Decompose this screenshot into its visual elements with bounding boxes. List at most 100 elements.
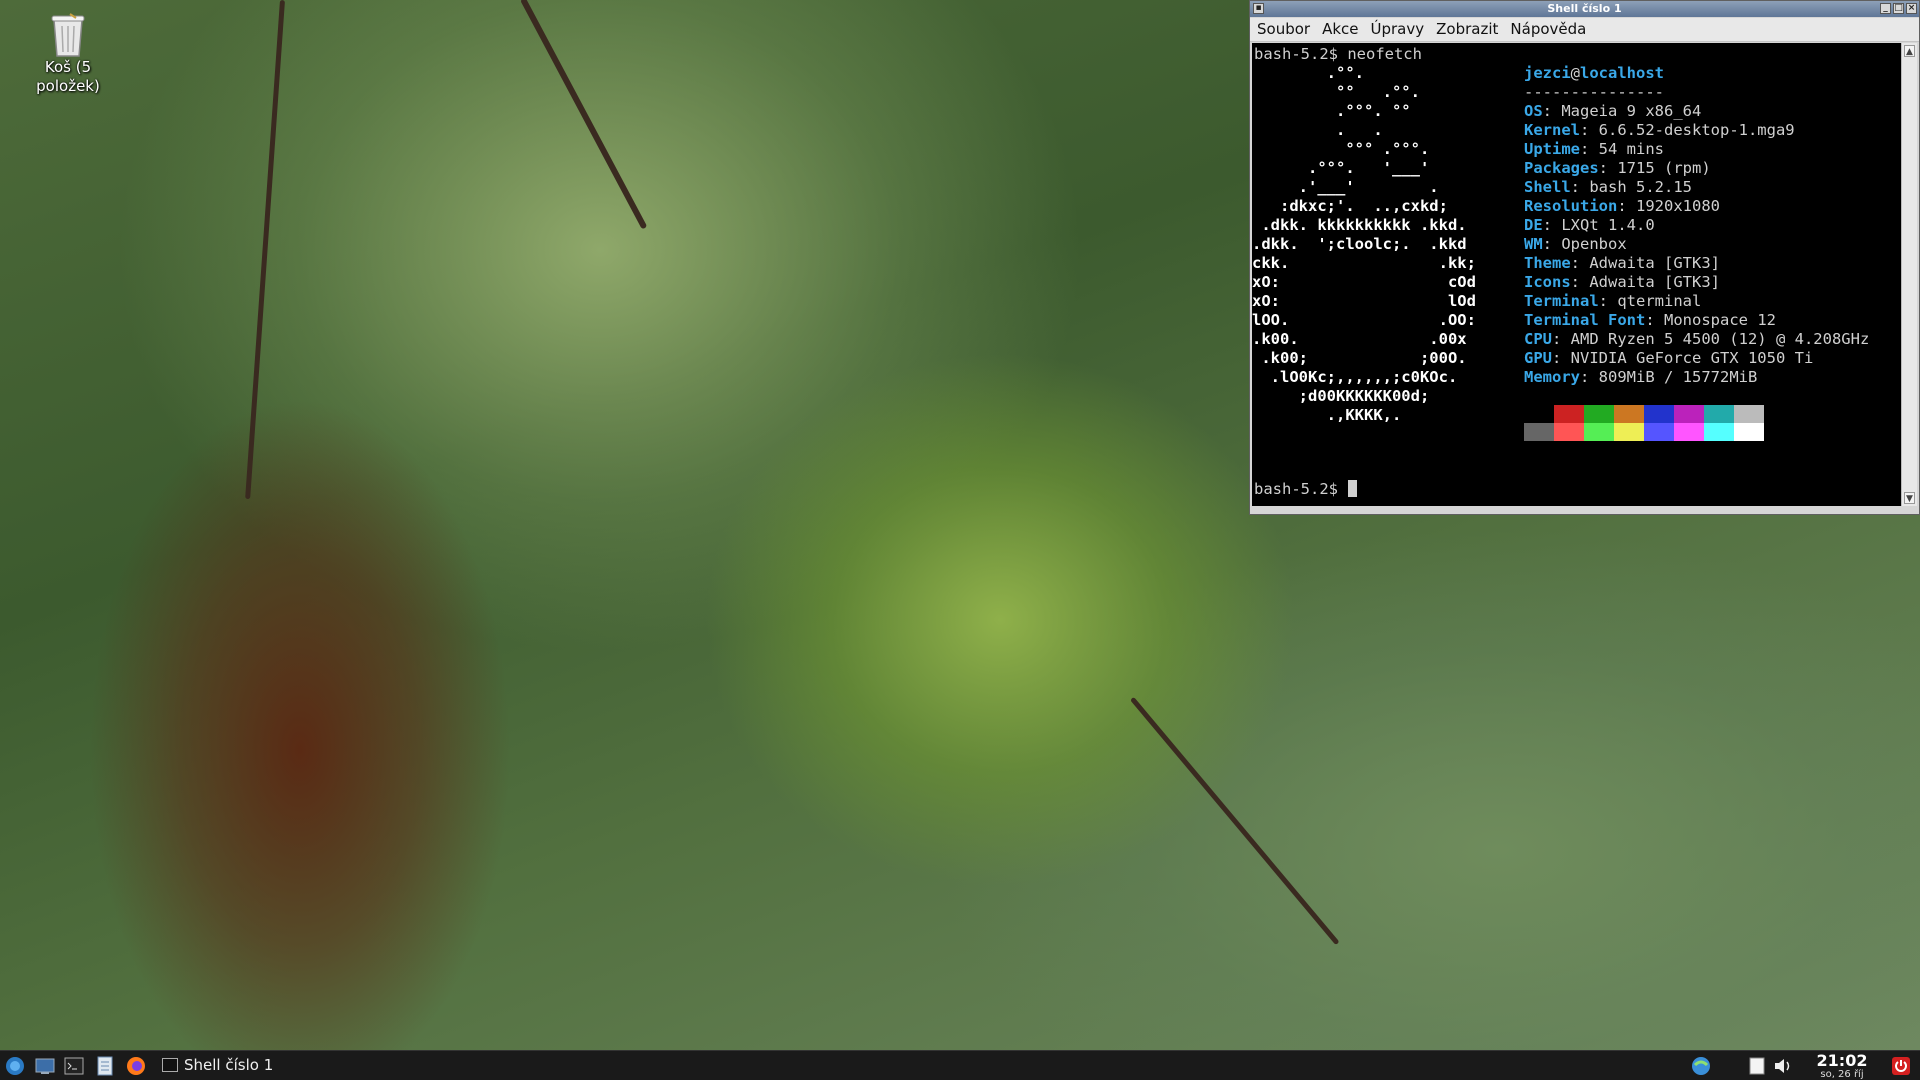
separator: ---------------	[1524, 83, 1664, 101]
menu-zobrazit[interactable]: Zobrazit	[1430, 18, 1504, 41]
info-row: Theme: Adwaita [GTK3]	[1524, 254, 1720, 273]
palette-swatch	[1524, 423, 1554, 441]
ascii-line: xO: lOd	[1252, 292, 1476, 310]
info-value: Mageia 9 x86_64	[1561, 102, 1702, 120]
info-colon: :	[1542, 102, 1562, 120]
info-key: GPU	[1524, 349, 1552, 367]
info-row: CPU: AMD Ryzen 5 4500 (12) @ 4.208GHz	[1524, 330, 1869, 349]
scroll-up-icon[interactable]: ▲	[1904, 45, 1915, 57]
palette-swatch	[1614, 405, 1644, 423]
info-value: qterminal	[1617, 292, 1702, 310]
info-key: CPU	[1524, 330, 1552, 348]
ascii-line: .dkk. kkkkkkkkkk .kkd.	[1252, 216, 1467, 234]
terminal-task-icon	[162, 1058, 178, 1072]
info-key: Resolution	[1524, 197, 1618, 215]
window-menu-icon[interactable]: ▪	[1253, 3, 1264, 14]
power-icon[interactable]	[1891, 1056, 1911, 1076]
clipboard-icon[interactable]	[1747, 1056, 1767, 1076]
info-colon: :	[1598, 292, 1618, 310]
ascii-line: .k00. .00x	[1252, 330, 1467, 348]
taskbar: Shell číslo 1 21:02 so, 26 říj	[0, 1050, 1920, 1080]
scrollbar[interactable]: ▲ ▼	[1901, 43, 1917, 506]
menu-bar: Soubor Akce Úpravy Zobrazit Nápověda	[1250, 18, 1919, 42]
palette-swatch	[1584, 405, 1614, 423]
info-colon: :	[1580, 368, 1599, 386]
menu-akce[interactable]: Akce	[1316, 18, 1364, 41]
info-key: Packages	[1524, 159, 1599, 177]
firefox-icon[interactable]	[126, 1056, 146, 1076]
window-titlebar[interactable]: ▪ Shell číslo 1 _ □ ×	[1250, 1, 1919, 17]
info-row: Uptime: 54 mins	[1524, 140, 1664, 159]
info-colon: :	[1542, 235, 1562, 253]
info-value: bash 5.2.15	[1589, 178, 1692, 196]
menu-soubor[interactable]: Soubor	[1250, 18, 1316, 41]
ascii-line: °°° .°°°.	[1252, 140, 1430, 158]
menu-upravy[interactable]: Úpravy	[1365, 18, 1431, 41]
info-value: LXQt 1.4.0	[1561, 216, 1655, 234]
palette-swatch	[1554, 405, 1584, 423]
info-value: 1920x1080	[1636, 197, 1720, 215]
volume-icon[interactable]	[1773, 1056, 1793, 1076]
palette-swatch	[1674, 423, 1704, 441]
menu-napoveda[interactable]: Nápověda	[1504, 18, 1592, 41]
text-cursor	[1348, 480, 1358, 497]
info-colon: :	[1542, 216, 1562, 234]
info-row: DE: LXQt 1.4.0	[1524, 216, 1655, 235]
palette-swatch	[1644, 423, 1674, 441]
prompt-line[interactable]: bash-5.2$	[1254, 480, 1358, 499]
terminal-output[interactable]: bash-5.2$ neofetch .°°. °° .°°. .°°°. °°…	[1252, 43, 1902, 506]
info-key: Theme	[1524, 254, 1571, 272]
prompt: bash-5.2$	[1254, 480, 1348, 498]
ascii-line: .°°°. °°	[1252, 102, 1411, 120]
info-row: OS: Mageia 9 x86_64	[1524, 102, 1701, 121]
ascii-line: .lO0Kc;,,,,,,;c0KOc.	[1252, 368, 1458, 386]
info-key: Terminal Font	[1524, 311, 1646, 329]
command-line: bash-5.2$ neofetch	[1254, 45, 1422, 63]
terminal-window[interactable]: ▪ Shell číslo 1 _ □ × Soubor Akce Úpravy Zo…	[1249, 0, 1920, 515]
palette-swatch	[1614, 423, 1644, 441]
wallpaper-branch	[245, 0, 285, 500]
info-row: Resolution: 1920x1080	[1524, 197, 1720, 216]
clock-time: 21:02	[1816, 1051, 1868, 1070]
info-row: Terminal Font: Monospace 12	[1524, 311, 1776, 330]
palette-swatch	[1734, 423, 1764, 441]
info-row: Terminal: qterminal	[1524, 292, 1701, 311]
info-key: Shell	[1524, 178, 1571, 196]
network-icon[interactable]	[1691, 1056, 1711, 1076]
info-colon: :	[1598, 159, 1618, 177]
app-menu-icon[interactable]	[5, 1056, 25, 1076]
clock[interactable]: 21:02 so, 26 říj	[1813, 1052, 1871, 1080]
maximize-icon[interactable]: □	[1893, 3, 1904, 14]
info-colon: :	[1570, 254, 1590, 272]
terminal-launcher-icon[interactable]	[64, 1056, 84, 1076]
minimize-icon[interactable]: _	[1880, 3, 1891, 14]
show-desktop-icon[interactable]	[35, 1056, 55, 1076]
info-row: Packages: 1715 (rpm)	[1524, 159, 1711, 178]
info-value: 54 mins	[1598, 140, 1664, 158]
info-value: Adwaita [GTK3]	[1589, 254, 1720, 272]
scroll-down-icon[interactable]: ▼	[1904, 492, 1915, 504]
ascii-line: . .	[1252, 121, 1383, 139]
ascii-line: °° .°°.	[1252, 83, 1420, 101]
info-row: Icons: Adwaita [GTK3]	[1524, 273, 1720, 292]
file-manager-icon[interactable]	[95, 1056, 115, 1076]
ascii-line: :dkxc;'. ..,cxkd;	[1252, 197, 1448, 215]
info-colon: :	[1552, 349, 1571, 367]
ascii-line: .dkk. ';cloolc;. .kkd	[1252, 235, 1467, 253]
palette-swatch	[1704, 423, 1734, 441]
info-value: 1715 (rpm)	[1617, 159, 1711, 177]
taskbar-window-button[interactable]: Shell číslo 1	[158, 1054, 281, 1077]
info-row: Kernel: 6.6.52-desktop-1.mga9	[1524, 121, 1795, 140]
trash-desktop-icon[interactable]: Koš (5 položek)	[30, 12, 106, 96]
hostname: localhost	[1580, 64, 1665, 82]
palette-swatch	[1554, 423, 1584, 441]
close-icon[interactable]: ×	[1906, 3, 1917, 14]
info-key: Icons	[1524, 273, 1571, 291]
palette-swatch	[1674, 405, 1704, 423]
info-row: Shell: bash 5.2.15	[1524, 178, 1692, 197]
info-key: Kernel	[1524, 121, 1580, 139]
ascii-line: .,KKKK,.	[1252, 406, 1402, 424]
ascii-line: ckk. .kk;	[1252, 254, 1476, 272]
palette-swatch	[1524, 405, 1554, 423]
ascii-line: .°°°. '___'	[1252, 159, 1430, 177]
